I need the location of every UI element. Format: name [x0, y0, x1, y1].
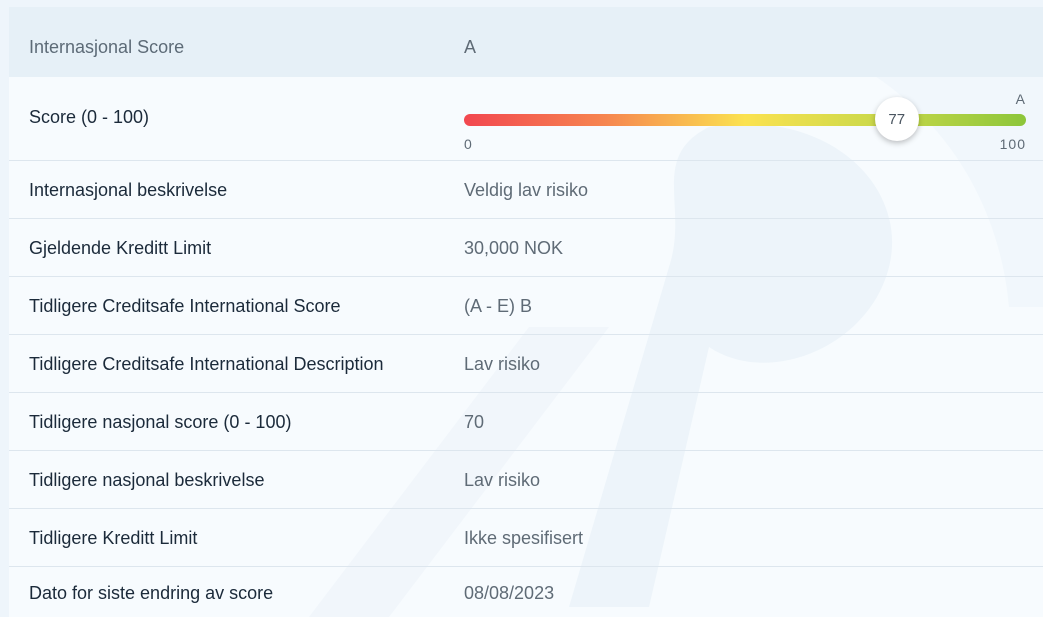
detail-value: (A - E) B	[464, 296, 533, 316]
score-grade: A	[1015, 91, 1026, 107]
detail-row: Tidligere nasjonal score (0 - 100) 70	[9, 393, 1043, 451]
score-gauge: A 77 0 100	[464, 77, 1026, 157]
detail-row: Tidligere Kreditt Limit Ikke spesifisert	[9, 509, 1043, 567]
detail-label: Tidligere nasjonal score (0 - 100)	[29, 412, 292, 432]
header-label: Internasjonal Score	[29, 37, 185, 57]
detail-label: Tidligere Kreditt Limit	[29, 528, 198, 548]
credit-score-panel: Internasjonal Score A Score (0 - 100) A …	[9, 7, 1043, 617]
detail-label: Dato for siste endring av score	[29, 583, 274, 603]
detail-value: 30,000 NOK	[464, 238, 564, 258]
detail-value: Ikke spesifisert	[464, 528, 584, 548]
detail-value: 70	[464, 412, 485, 432]
score-label: Score (0 - 100)	[29, 107, 150, 127]
detail-row: Internasjonal beskrivelse Veldig lav risi…	[9, 161, 1043, 219]
detail-value: Lav risiko	[464, 470, 541, 490]
detail-label: Gjeldende Kreditt Limit	[29, 238, 212, 258]
header-value: A	[464, 37, 477, 57]
detail-row: Tidligere Creditsafe International Score…	[9, 277, 1043, 335]
detail-label: Tidligere nasjonal beskrivelse	[29, 470, 265, 490]
detail-value: Lav risiko	[464, 354, 541, 374]
score-row: Score (0 - 100) A 77 0 100	[9, 77, 1043, 161]
score-min: 0	[464, 136, 473, 152]
detail-value: 08/08/2023	[464, 583, 555, 603]
score-knob: 77	[874, 97, 919, 141]
score-track	[464, 114, 1026, 126]
detail-label: Internasjonal beskrivelse	[29, 180, 228, 200]
detail-row: Gjeldende Kreditt Limit 30,000 NOK	[9, 219, 1043, 277]
header-row: Internasjonal Score A	[9, 7, 1043, 77]
detail-value: Veldig lav risiko	[464, 180, 589, 200]
detail-label: Tidligere Creditsafe International Descr…	[29, 354, 384, 374]
detail-label: Tidligere Creditsafe International Score	[29, 296, 341, 316]
score-value: 77	[888, 110, 906, 128]
score-max: 100	[999, 136, 1026, 152]
detail-row: Tidligere Creditsafe International Descr…	[9, 335, 1043, 393]
detail-row: Dato for siste endring av score 08/08/202…	[9, 567, 1043, 617]
detail-row: Tidligere nasjonal beskrivelse Lav risiko	[9, 451, 1043, 509]
